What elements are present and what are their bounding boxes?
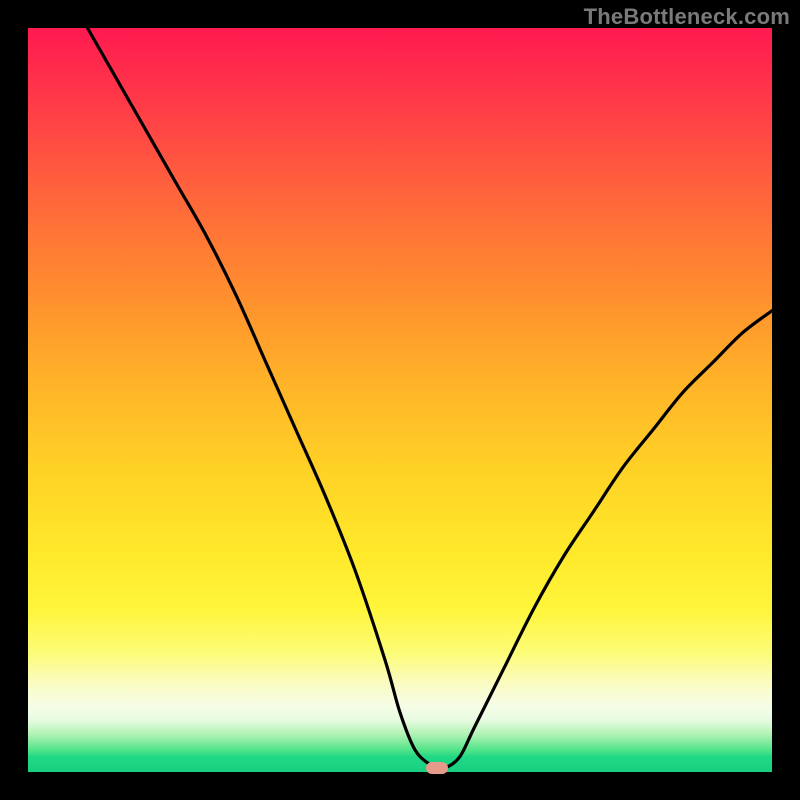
plot-area [28,28,772,772]
chart-frame: TheBottleneck.com [0,0,800,800]
bottleneck-curve [28,28,772,772]
watermark-text: TheBottleneck.com [584,4,790,30]
optimal-point-marker [426,762,448,774]
